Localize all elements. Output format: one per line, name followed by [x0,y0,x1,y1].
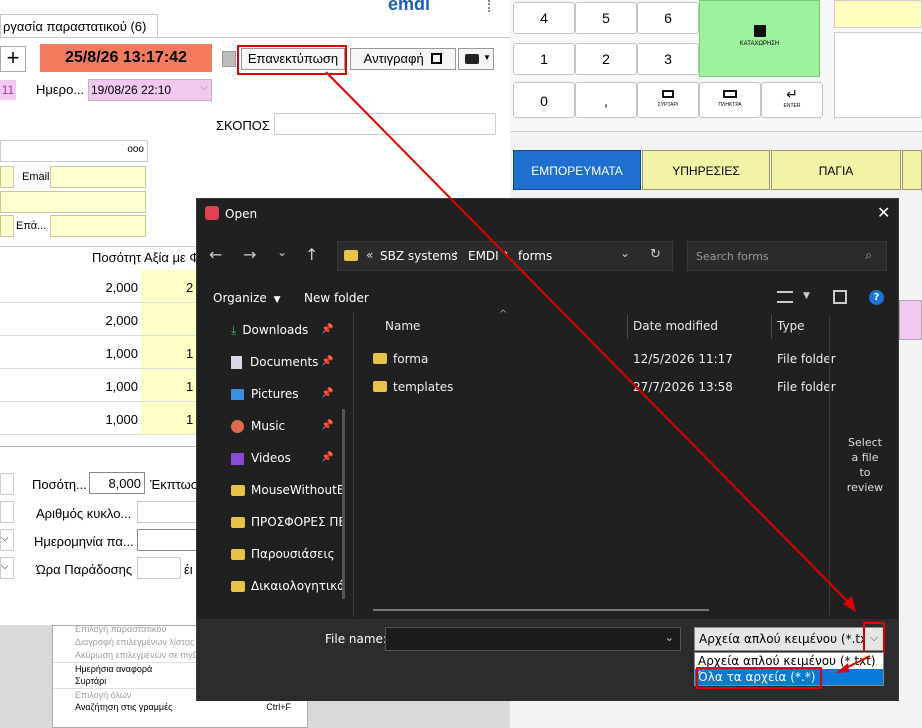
annotation-arrows [325,71,871,673]
annotation-arrowhead [836,663,849,673]
annotation-arrow-line [325,71,853,607]
